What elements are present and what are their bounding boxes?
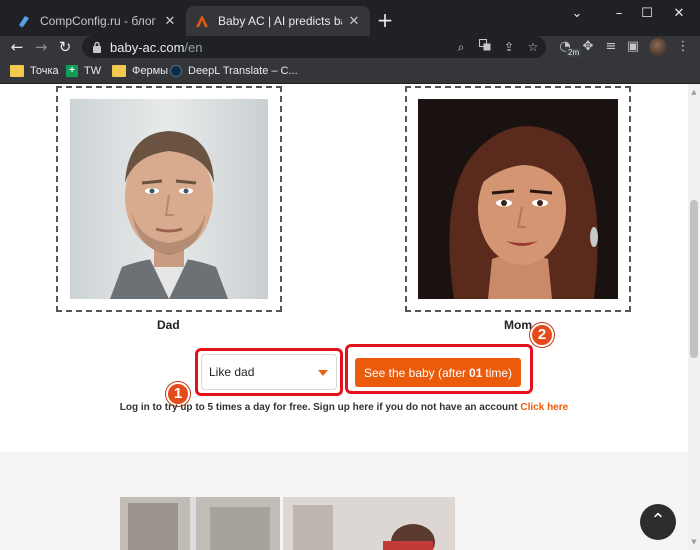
browser-toolbar: ← → ↻ baby-ac.com/en ⌕ ⇪ ☆ ◔ 2m ✥ ≡ ▣ ⋮: [0, 36, 700, 58]
gallery-image-left: [120, 497, 280, 550]
folder-icon: [10, 65, 24, 77]
click-here-link[interactable]: Click here: [520, 402, 568, 413]
gallery-image-right: [283, 497, 455, 550]
highlight-see-button: [345, 344, 533, 394]
mom-photo: [418, 99, 618, 299]
bookmarks-bar: Точка + TW Фермы DeepL Translate – C...: [0, 58, 700, 84]
extensions-puzzle-icon[interactable]: ✥: [577, 36, 599, 58]
url-path: /en: [184, 39, 203, 55]
dad-label: Dad: [157, 318, 180, 332]
scrollbar-thumb[interactable]: [690, 200, 698, 358]
lock-icon: [93, 41, 101, 53]
url-domain: baby-ac.com: [110, 39, 185, 55]
login-note: Log in to try up to 5 times a day for fr…: [0, 402, 688, 413]
search-icon[interactable]: ⌕: [450, 36, 472, 58]
bookmark-tochka[interactable]: Точка: [10, 62, 59, 80]
bookmark-label: TW: [84, 65, 102, 77]
chevron-down-icon[interactable]: ⌄: [556, 0, 598, 30]
tab-compconfig[interactable]: CompConfig.ru - блог о настрой ✕: [8, 6, 186, 36]
bookmark-label: DeepL Translate – C...: [188, 65, 298, 77]
media-queue-icon[interactable]: ≡: [600, 36, 622, 58]
compconfig-favicon-icon: [16, 13, 32, 29]
login-note-text: Log in to try up to 5 times a day for fr…: [119, 402, 518, 413]
close-tab-icon[interactable]: ✕: [346, 13, 362, 29]
bookmark-fermy[interactable]: Фермы: [112, 62, 168, 80]
back-arrow-icon[interactable]: ←: [6, 36, 28, 58]
bookmark-label: Точка: [30, 65, 59, 77]
profile-avatar[interactable]: [649, 38, 667, 56]
mom-label: Mom: [504, 318, 532, 332]
menu-kebab-icon[interactable]: ⋮: [672, 36, 694, 58]
share-icon[interactable]: ⇪: [498, 36, 520, 58]
side-panel-icon[interactable]: ▣: [622, 36, 644, 58]
bookmark-tw[interactable]: + TW: [66, 62, 101, 80]
close-tab-icon[interactable]: ✕: [162, 13, 178, 29]
bookmark-label: Фермы: [132, 65, 169, 77]
tab-baby-ac[interactable]: Baby AC | AI predicts baby's fac ✕: [186, 6, 370, 36]
deepl-icon: [170, 65, 182, 77]
scroll-up-icon[interactable]: ▲: [688, 86, 700, 98]
tab-title: Baby AC | AI predicts baby's fac: [218, 14, 342, 28]
tw-icon: +: [66, 65, 78, 77]
bookmark-deepl[interactable]: DeepL Translate – C...: [170, 62, 298, 80]
tab-strip: CompConfig.ru - блог о настрой ✕ Baby AC…: [0, 0, 700, 36]
new-tab-button[interactable]: +: [374, 9, 396, 31]
dad-photo: [70, 99, 268, 299]
translate-icon[interactable]: [474, 36, 496, 58]
baby-ac-favicon-icon: [194, 13, 210, 29]
close-window-button[interactable]: ✕: [658, 0, 700, 30]
forward-arrow-icon[interactable]: →: [30, 36, 52, 58]
tab-title: CompConfig.ru - блог о настрой: [40, 14, 158, 28]
reload-icon[interactable]: ↻: [54, 36, 76, 58]
arrow-up-icon[interactable]: ⌃: [640, 504, 676, 540]
highlight-select-box: [195, 348, 343, 396]
step-marker-2: 2: [530, 323, 554, 347]
folder-icon: [112, 65, 126, 77]
bookmark-star-icon[interactable]: ☆: [522, 36, 544, 58]
scroll-down-icon[interactable]: ▼: [688, 536, 700, 548]
